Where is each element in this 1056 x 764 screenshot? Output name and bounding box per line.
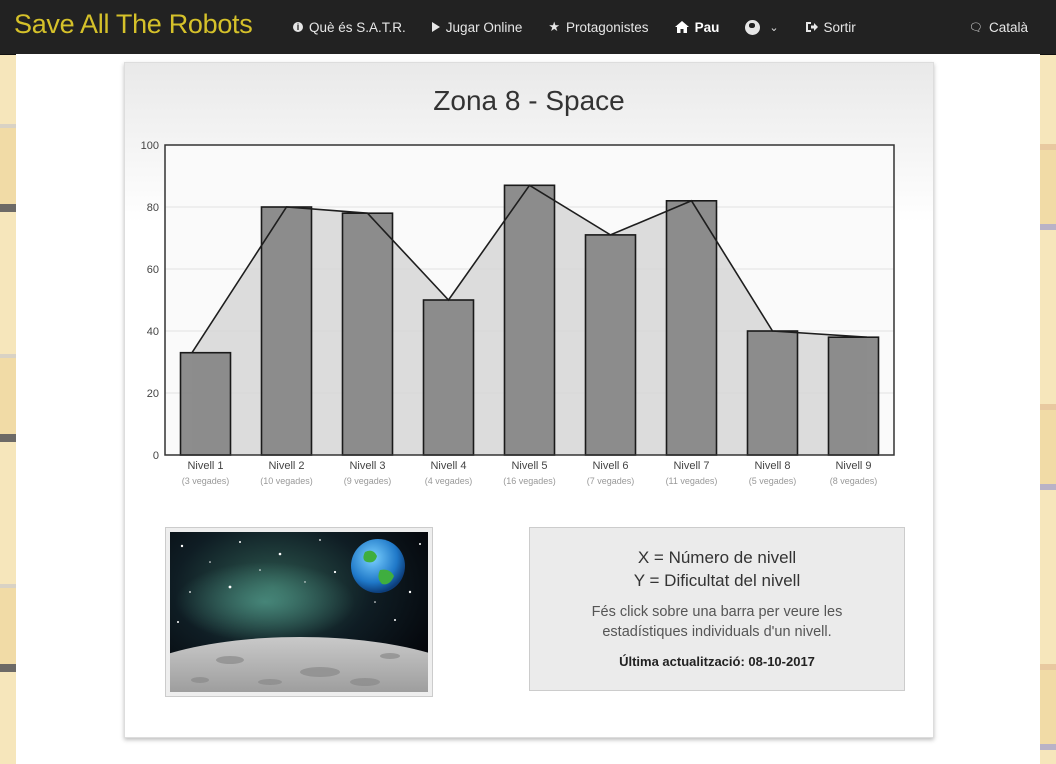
- bar-9[interactable]: [827, 336, 880, 456]
- y-axis-description: Y = Dificultat del nivell: [633, 571, 801, 590]
- y-tick-label: 100: [141, 140, 159, 152]
- nav-item-home[interactable]: Pau: [662, 0, 733, 54]
- x-tick-label: Nivell 9: [835, 460, 871, 472]
- sign-out-icon: [805, 22, 818, 32]
- y-tick-label: 0: [153, 450, 159, 462]
- chart-legend-box: X = Número de nivell Y = Dificultat del …: [529, 527, 905, 691]
- x-tick-label: Nivell 2: [268, 460, 304, 472]
- space-zone-image: [165, 527, 433, 697]
- play-icon: [431, 22, 440, 32]
- bar-5[interactable]: [503, 184, 556, 456]
- x-tick-label: Nivell 6: [592, 460, 628, 472]
- home-icon: [674, 21, 689, 33]
- x-tick-label: Nivell 1: [187, 460, 223, 472]
- nav-item-label: Protagonistes: [566, 19, 649, 35]
- info-circle-icon: i: [293, 22, 303, 32]
- x-tick-sublabel: (16 vegades): [503, 476, 556, 486]
- bar-7[interactable]: [665, 200, 718, 456]
- x-tick-sublabel: (3 vegades): [182, 476, 230, 486]
- background-left: [0, 54, 16, 764]
- bar-4[interactable]: [422, 299, 475, 456]
- chevron-down-icon: ⌄: [769, 21, 779, 34]
- nav-item-label: Què és S.A.T.R.: [309, 19, 406, 35]
- nav-item-what-is[interactable]: i Què és S.A.T.R.: [280, 0, 419, 54]
- x-tick-sublabel: (5 vegades): [749, 476, 797, 486]
- x-tick-label: Nivell 8: [754, 460, 790, 472]
- y-tick-label: 60: [147, 264, 159, 276]
- bar-8[interactable]: [746, 330, 799, 456]
- language-label: Català: [988, 19, 1028, 35]
- nav-item-label: Pau: [694, 19, 720, 35]
- x-tick-label: Nivell 4: [430, 460, 466, 472]
- nav-item-label: Sortir: [823, 19, 856, 35]
- x-tick-label: Nivell 7: [673, 460, 709, 472]
- x-tick-label: Nivell 3: [349, 460, 385, 472]
- nav-item-play-online[interactable]: Jugar Online: [419, 0, 536, 54]
- space-scene: [170, 532, 428, 692]
- y-tick-label: 80: [147, 202, 159, 214]
- difficulty-chart: 0 20 40 60 80 100 Nivell 1 (3 vegades) Nivell 2 (…: [141, 140, 895, 486]
- language-selector[interactable]: 🗨 Català: [969, 0, 1028, 54]
- speech-bubble-icon: 🗨: [969, 21, 983, 34]
- star-icon: ★: [548, 19, 560, 34]
- space-illustration: [170, 539, 428, 692]
- x-tick-sublabel: (8 vegades): [830, 476, 878, 486]
- nav-menu: i Què és S.A.T.R. Jugar Online ★ Protago…: [280, 0, 869, 54]
- globe-icon: [745, 19, 761, 35]
- x-tick-sublabel: (4 vegades): [425, 476, 473, 486]
- brand-logo[interactable]: Save All The Robots: [14, 9, 253, 40]
- navbar: Save All The Robots i Què és S.A.T.R. Ju…: [0, 0, 1056, 55]
- nav-item-logout[interactable]: Sortir: [792, 0, 869, 54]
- bar-1[interactable]: [179, 351, 232, 456]
- x-tick-sublabel: (9 vegades): [344, 476, 392, 486]
- last-update: Última actualització: 08-10-2017: [619, 654, 815, 669]
- nav-item-language-globe[interactable]: ⌄: [732, 0, 791, 54]
- nav-item-label: Jugar Online: [445, 19, 523, 35]
- bar-6[interactable]: [584, 234, 637, 456]
- chart-instructions: Fés click sobre una barra per veure les …: [591, 604, 843, 640]
- y-tick-label: 20: [147, 388, 159, 400]
- x-tick-sublabel: (11 vegades): [666, 476, 718, 486]
- bar-3[interactable]: [341, 212, 394, 456]
- x-tick-sublabel: (10 vegades): [260, 476, 313, 486]
- page-content: Zona 8 - Space 0 20 40 60 80 100 Nivell 1 (3 ve…: [16, 54, 1040, 764]
- x-tick-sublabel: (7 vegades): [587, 476, 635, 486]
- nav-item-characters[interactable]: ★ Protagonistes: [535, 0, 661, 54]
- x-axis-description: X = Número de nivell: [637, 548, 797, 567]
- zone-panel: Zona 8 - Space 0 20 40 60 80 100 Nivell 1 (3 ve…: [124, 62, 934, 738]
- bar-2[interactable]: [260, 206, 313, 456]
- y-tick-label: 40: [147, 326, 159, 338]
- background-right: [1040, 54, 1056, 764]
- x-tick-label: Nivell 5: [511, 460, 547, 472]
